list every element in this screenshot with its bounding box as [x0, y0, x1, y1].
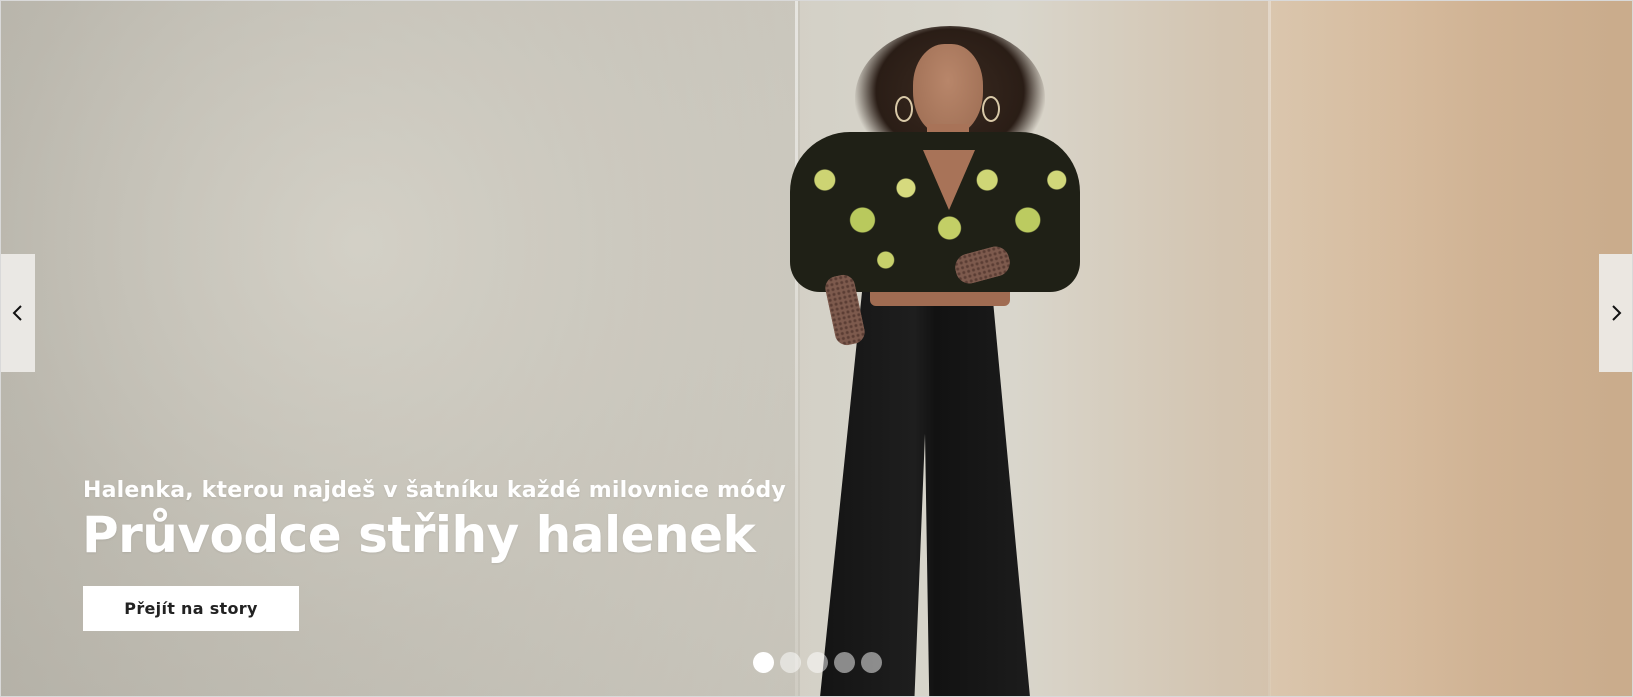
model-neckline: [923, 150, 975, 210]
backdrop-right: [1270, 0, 1633, 697]
chevron-right-icon: [1612, 305, 1622, 321]
chevron-left-icon: [12, 305, 22, 321]
hero-subtitle: Halenka, kterou najdeš v šatníku každé m…: [83, 478, 786, 503]
model-pants: [820, 292, 1030, 697]
fabric-fold: [1268, 0, 1271, 697]
go-to-story-button[interactable]: Přejít na story: [83, 586, 299, 631]
carousel-next-button[interactable]: [1599, 254, 1633, 372]
hero-banner: Halenka, kterou najdeš v šatníku každé m…: [0, 0, 1633, 697]
carousel-dot-3[interactable]: [807, 652, 828, 673]
earring: [895, 96, 913, 122]
carousel-prev-button[interactable]: [1, 254, 35, 372]
carousel-dot-1[interactable]: [753, 652, 774, 673]
carousel-dot-5[interactable]: [861, 652, 882, 673]
carousel-pagination: [753, 652, 882, 673]
earring: [982, 96, 1000, 122]
hero-image-model: [760, 0, 1140, 697]
carousel-dot-4[interactable]: [834, 652, 855, 673]
carousel-dot-2[interactable]: [780, 652, 801, 673]
model-face: [913, 44, 983, 136]
hero-title: Průvodce střihy halenek: [82, 506, 756, 564]
